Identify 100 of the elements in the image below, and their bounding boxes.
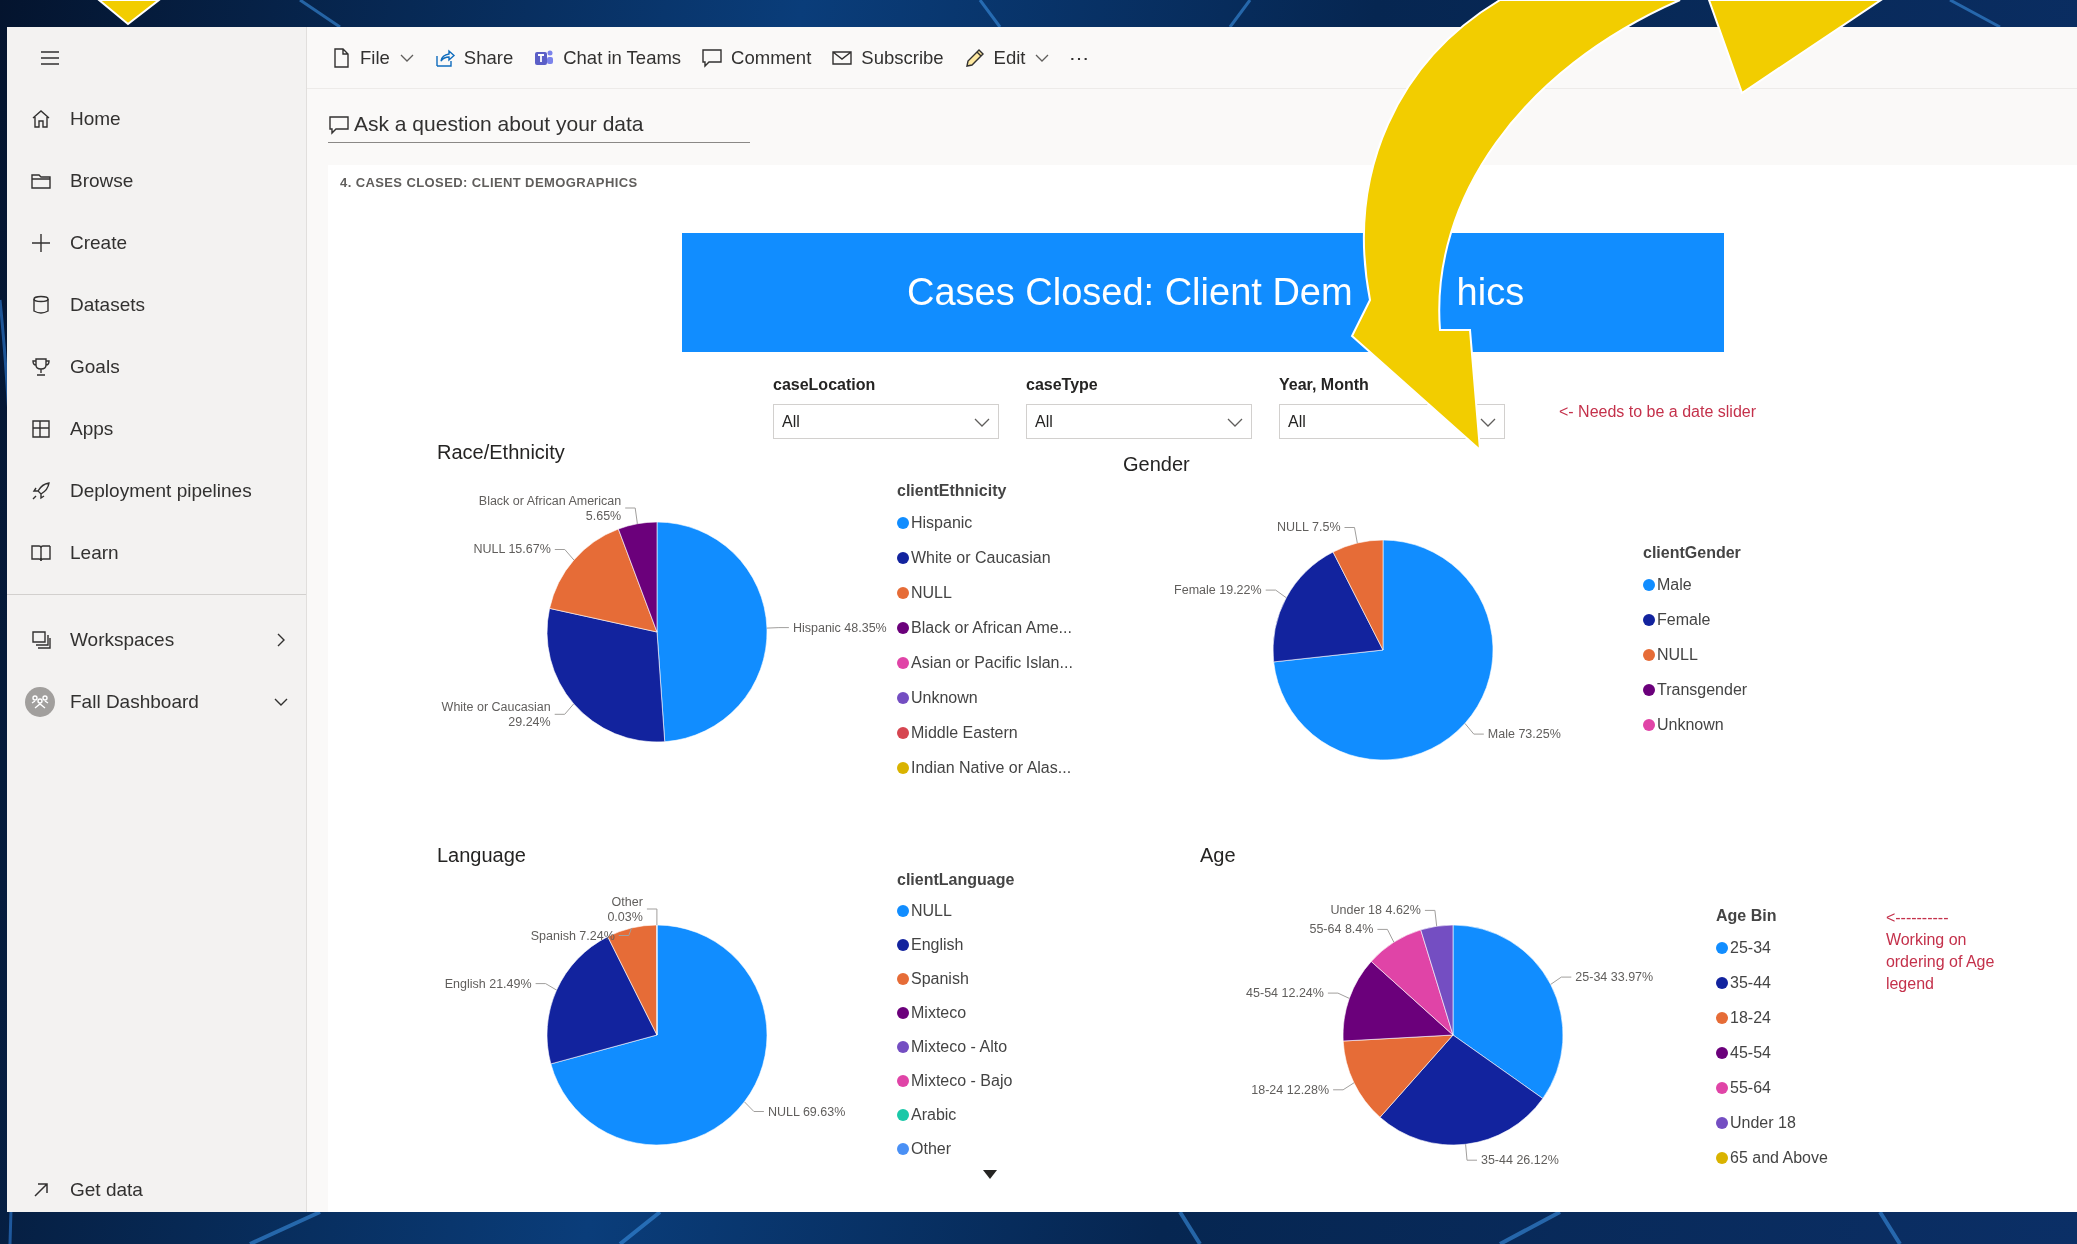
ask-question-field[interactable]: Ask a question about your data bbox=[328, 106, 750, 143]
leader-line bbox=[1424, 909, 1438, 927]
data-label: English 21.49% bbox=[444, 976, 532, 991]
data-label: Under 18 4.62% bbox=[1330, 903, 1421, 918]
legend-label: 18-24 bbox=[1730, 1008, 1771, 1027]
legend-label: Spanish bbox=[911, 969, 969, 988]
annotation-note: Working on ordering of Age legend bbox=[1885, 930, 1996, 994]
leader-line bbox=[1344, 527, 1358, 544]
chart-title: Language bbox=[437, 844, 526, 867]
speech-bubble-icon bbox=[328, 113, 350, 135]
data-label: Male 73.25% bbox=[1487, 727, 1561, 742]
legend-label: 35-44 bbox=[1730, 973, 1771, 992]
legend-label: NULL bbox=[1657, 645, 1698, 664]
toolbar-button[interactable]: Share bbox=[426, 40, 521, 75]
toolbar-button[interactable]: Subscribe bbox=[824, 40, 951, 75]
nav-item[interactable]: Home bbox=[7, 88, 306, 150]
nav-item[interactable]: Goals bbox=[7, 336, 306, 398]
data-label: 35-44 26.12% bbox=[1481, 1153, 1559, 1168]
speech-bubble-icon bbox=[701, 46, 724, 69]
nav-item[interactable]: Datasets bbox=[7, 274, 306, 336]
legend-label: Mixteco - Bajo bbox=[911, 1071, 1013, 1090]
trophy-icon bbox=[29, 356, 53, 378]
legend-label: Black or African Ame... bbox=[911, 618, 1072, 637]
annotation-arrow: <---------- bbox=[1885, 908, 1950, 928]
legend-label: Male bbox=[1657, 575, 1692, 594]
filter-label: Year, Month bbox=[1279, 376, 1370, 394]
grid-icon bbox=[29, 418, 53, 440]
page-label: 4. CASES CLOSED: CLIENT DEMOGRAPHICS bbox=[340, 175, 639, 190]
legend-label: 65 and Above bbox=[1730, 1148, 1828, 1167]
data-label: NULL 15.67% bbox=[473, 542, 551, 557]
data-label: Hispanic 48.35% bbox=[792, 620, 887, 635]
leader-line bbox=[554, 703, 575, 715]
leader-line bbox=[1265, 589, 1287, 599]
nav-item[interactable]: Deployment pipelines bbox=[7, 460, 306, 522]
workspace-avatar-icon bbox=[25, 687, 55, 717]
legend-label: Unknown bbox=[1657, 715, 1724, 734]
book-icon bbox=[29, 542, 53, 564]
data-label: 45-54 12.24% bbox=[1246, 986, 1324, 1001]
legend-title: clientLanguage bbox=[897, 871, 1015, 889]
data-label: 18-24 12.28% bbox=[1251, 1082, 1330, 1097]
leader-line bbox=[1465, 1143, 1478, 1161]
caret-down-icon[interactable] bbox=[983, 1170, 997, 1179]
data-label: White or Caucasian 29.24% bbox=[441, 699, 551, 729]
legend-label: Indian Native or Alas... bbox=[911, 758, 1072, 777]
leader-line bbox=[535, 983, 558, 991]
chart-title: Race/Ethnicity bbox=[437, 441, 565, 464]
legend-label: NULL bbox=[911, 583, 952, 602]
leader-line bbox=[624, 507, 638, 525]
legend-label: Mixteco - Alto bbox=[911, 1037, 1008, 1056]
legend-label: Asian or Pacific Islan... bbox=[911, 653, 1073, 672]
toolbar-button[interactable]: File bbox=[323, 40, 421, 75]
legend-title: clientGender bbox=[1643, 544, 1742, 562]
legend-label: NULL bbox=[911, 901, 952, 920]
nav-item[interactable]: Create bbox=[7, 212, 306, 274]
data-label: 55-64 8.4% bbox=[1309, 922, 1374, 937]
leader-line bbox=[743, 1101, 765, 1112]
menu-icon[interactable] bbox=[40, 49, 60, 66]
nav-item[interactable]: Get data bbox=[7, 1168, 306, 1212]
data-label: Black or African American 5.65% bbox=[478, 493, 622, 523]
data-label: 25-34 33.97% bbox=[1575, 970, 1654, 985]
data-label: NULL 69.63% bbox=[767, 1104, 846, 1119]
leader-line bbox=[1464, 722, 1485, 735]
legend-label: Under 18 bbox=[1730, 1113, 1796, 1132]
filter-dropdown[interactable]: All bbox=[1026, 404, 1252, 439]
legend-label: Arabic bbox=[911, 1105, 957, 1124]
leader-line bbox=[1376, 928, 1395, 943]
nav-item[interactable]: Browse bbox=[7, 150, 306, 212]
legend-label: Mixteco bbox=[911, 1003, 967, 1022]
data-label: NULL 7.5% bbox=[1277, 520, 1341, 535]
chart-title: Gender bbox=[1123, 453, 1190, 476]
legend-title: clientEthnicity bbox=[897, 482, 1008, 500]
legend-label: White or Caucasian bbox=[911, 548, 1051, 567]
leader-line bbox=[618, 927, 633, 936]
more-button[interactable]: ⋯ bbox=[1062, 39, 1098, 76]
banner-title: hics bbox=[1456, 271, 1525, 314]
data-label: Spanish 7.24% bbox=[530, 928, 615, 943]
toolbar-button[interactable]: Chat in Teams bbox=[526, 40, 689, 75]
filter-dropdown[interactable]: All bbox=[773, 404, 999, 439]
toolbar-button[interactable]: Edit bbox=[956, 40, 1057, 75]
filter-label: caseType bbox=[1026, 376, 1099, 394]
nav-item[interactable]: Apps bbox=[7, 398, 306, 460]
toolbar-button[interactable]: Comment bbox=[694, 40, 819, 75]
legend-label: Hispanic bbox=[911, 513, 973, 532]
pencil-icon bbox=[963, 46, 986, 69]
data-label: Female 19.22% bbox=[1174, 583, 1262, 598]
nav-item[interactable]: Learn bbox=[7, 522, 306, 584]
legend-label: Female bbox=[1657, 610, 1711, 629]
leader-line bbox=[646, 908, 658, 926]
leader-line bbox=[1332, 1082, 1355, 1091]
chart-title: Age bbox=[1200, 844, 1236, 867]
legend-label: Transgender bbox=[1657, 680, 1748, 699]
arrow-head-drawing bbox=[96, 0, 162, 26]
leader-line bbox=[1550, 976, 1572, 985]
annotation-note: <- Needs to be a date slider bbox=[1559, 403, 1756, 421]
banner-title: Cases Closed: Client Dem bbox=[907, 271, 1353, 314]
legend-label: 45-54 bbox=[1730, 1043, 1771, 1062]
legend-label: Unknown bbox=[911, 688, 978, 707]
nav-item[interactable]: Workspaces bbox=[7, 609, 306, 671]
nav-item[interactable]: Fall Dashboard bbox=[7, 671, 306, 733]
leader-line bbox=[1327, 992, 1350, 999]
